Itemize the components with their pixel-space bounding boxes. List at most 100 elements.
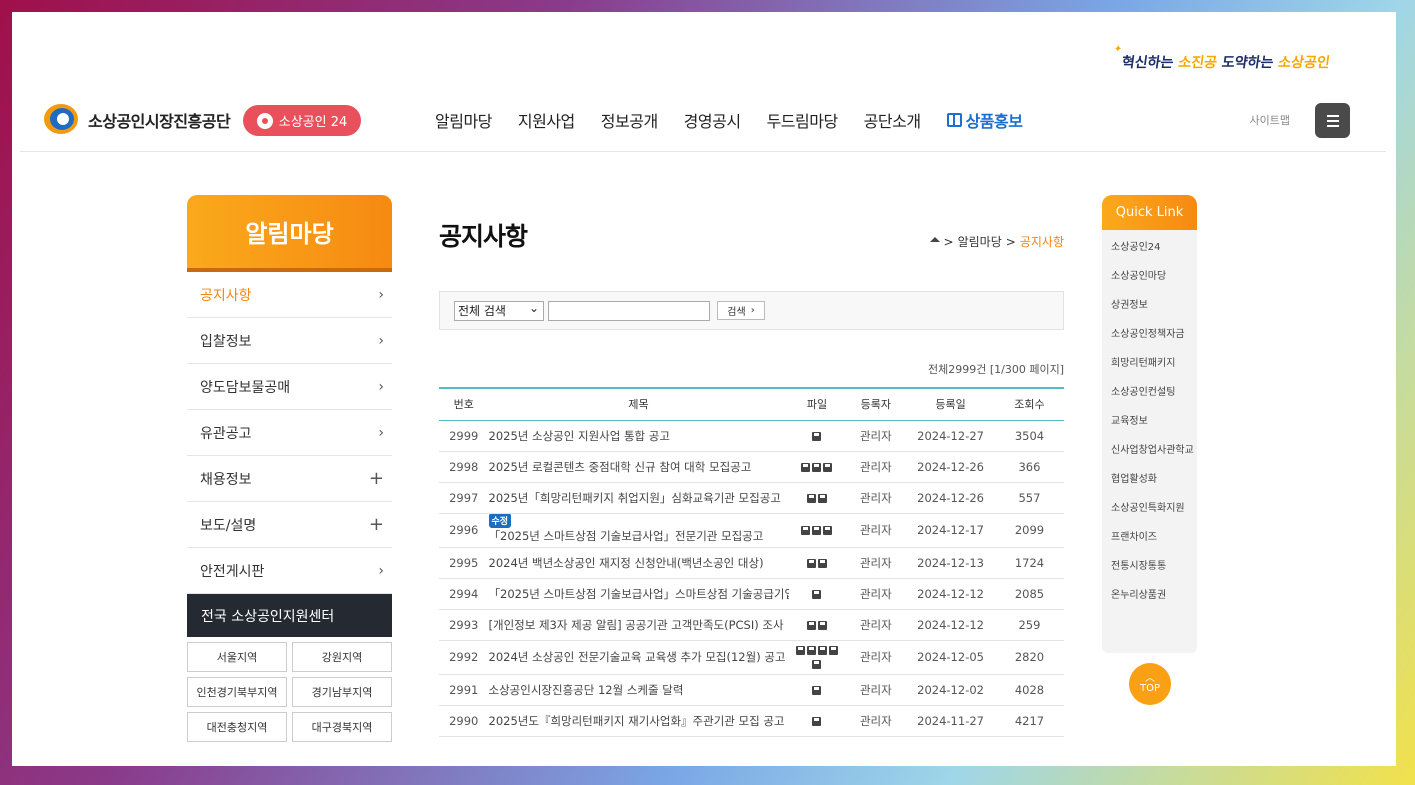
sidebar-item[interactable]: 공지사항 ›: [187, 272, 392, 318]
row-title[interactable]: 수정 「2025년 스마트상점 기술보급사업」전문기관 모집공고: [488, 513, 789, 548]
quick-link-item[interactable]: 소상공인24: [1111, 242, 1197, 271]
sitemap-link[interactable]: 사이트맵: [1250, 112, 1290, 128]
quick-link-item[interactable]: 협업활성화: [1111, 474, 1197, 503]
nav-item[interactable]: 정보공개: [601, 108, 658, 132]
table-row[interactable]: 2990 2025년도『희망리턴패키지 재기사업화』주관기관 모집 공고 관리자 20…: [439, 705, 1064, 737]
table-row[interactable]: 2999 2025년 소상공인 지원사업 통합 공고 관리자 2024-12-27 35…: [439, 420, 1064, 452]
row-title-text[interactable]: 2025년「희망리턴패키지 취업지원」심화교육기관 모집공고: [489, 490, 781, 506]
row-title[interactable]: 2025년 로컬콘텐츠 중점대학 신규 참여 대학 모집공고: [488, 451, 789, 483]
table-row[interactable]: 2996 수정 「2025년 스마트상점 기술보급사업」전문기관 모집공고 관리자 20…: [439, 513, 1064, 548]
region-button[interactable]: 경기남부지역: [292, 677, 392, 707]
file-disk-icon[interactable]: [823, 462, 833, 472]
sidebar-item[interactable]: 입찰정보 ›: [187, 318, 392, 364]
nav-item[interactable]: 알림마당: [435, 108, 492, 132]
quick-link-item[interactable]: 전통시장통통: [1111, 561, 1197, 590]
file-disk-icon[interactable]: [801, 462, 811, 472]
file-disk-icon[interactable]: [823, 526, 833, 535]
file-disk-icon[interactable]: [806, 646, 816, 655]
search-button[interactable]: 검색 ›: [717, 301, 765, 320]
row-title[interactable]: [개인정보 제3자 제공 알림] 공공기관 고객만족도(PCSI) 조사: [488, 609, 789, 641]
header: 소상공인시장진흥공단 소상공인 24 알림마당 지원사업 정보공개 경영공시 두…: [20, 88, 1386, 152]
nav-item-promo[interactable]: 상품홍보: [946, 108, 1023, 132]
row-title-text[interactable]: 소상공인시장진흥공단 12월 스케줄 달력: [489, 682, 684, 698]
row-title-text[interactable]: 2025년도『희망리턴패키지 재기사업화』주관기관 모집 공고: [489, 713, 785, 729]
row-title[interactable]: 2025년「희망리턴패키지 취업지원」심화교육기관 모집공고: [488, 482, 789, 514]
region-button[interactable]: 대구경북지역: [292, 712, 392, 742]
row-title-text[interactable]: 2024년 백년소상공인 재지정 신청안내(백년소공인 대상): [489, 555, 764, 571]
table-row[interactable]: 2994「2025년 스마트상점 기술보급사업」스마트상점 기술공급기업 모집.…: [439, 578, 1064, 610]
table-header: 번호 제목 파일 등록자 등록일 조회수: [439, 387, 1064, 421]
file-disk-icon[interactable]: [801, 526, 811, 535]
row-title-text[interactable]: 「2025년 스마트상점 기술보급사업」스마트상점 기술공급기업 모집...: [489, 586, 789, 602]
top-button[interactable]: ︿ TOP: [1129, 663, 1171, 705]
file-disk-icon[interactable]: [795, 646, 805, 655]
quick-link-item[interactable]: 교육정보: [1111, 416, 1197, 445]
row-views: 2085: [994, 578, 1064, 610]
file-disk-icon[interactable]: [812, 660, 822, 669]
row-title-text[interactable]: [개인정보 제3자 제공 알림] 공공기관 고객만족도(PCSI) 조사: [489, 617, 784, 633]
row-title-text[interactable]: 2025년 로컬콘텐츠 중점대학 신규 참여 대학 모집공고: [489, 459, 752, 475]
quick-link-item[interactable]: 소상공인컨설팅: [1111, 387, 1197, 416]
file-disk-icon[interactable]: [806, 493, 816, 503]
nav-item[interactable]: 경영공시: [684, 108, 741, 132]
file-disk-icon[interactable]: [812, 526, 822, 535]
row-title[interactable]: 2024년 백년소상공인 재지정 신청안내(백년소공인 대상): [488, 547, 789, 579]
sidebar-item[interactable]: 양도담보물공매 ›: [187, 364, 392, 410]
breadcrumb-item[interactable]: 알림마당: [958, 233, 1002, 250]
quick-link-item[interactable]: 프랜차이즈: [1111, 532, 1197, 561]
region-button[interactable]: 인천경기북부지역: [187, 677, 287, 707]
table-row[interactable]: 2991 소상공인시장진흥공단 12월 스케줄 달력 관리자 2024-12-02 40…: [439, 674, 1064, 706]
table-row[interactable]: 2992 2024년 소상공인 전문기술교육 교육생 추가 모집(12월) 공고 관…: [439, 640, 1064, 675]
quick-link-item[interactable]: 희망리턴패키지: [1111, 358, 1197, 387]
row-title-text[interactable]: 2025년 소상공인 지원사업 통합 공고: [489, 428, 670, 444]
nav-item[interactable]: 공단소개: [864, 108, 921, 132]
table-row[interactable]: 2995 2024년 백년소상공인 재지정 신청안내(백년소공인 대상) 관리자 20…: [439, 547, 1064, 579]
file-disk-icon[interactable]: [812, 685, 822, 695]
file-disk-icon[interactable]: [817, 493, 827, 503]
row-title[interactable]: 2025년도『희망리턴패키지 재기사업화』주관기관 모집 공고: [488, 705, 789, 737]
quick-link-item[interactable]: 소상공인특화지원: [1111, 503, 1197, 532]
sosanggongin24-button[interactable]: 소상공인 24: [243, 105, 361, 136]
file-disk-icon[interactable]: [817, 646, 827, 655]
nav-item[interactable]: 지원사업: [518, 108, 575, 132]
row-title-text[interactable]: 2024년 소상공인 전문기술교육 교육생 추가 모집(12월) 공고: [489, 649, 786, 665]
file-disk-icon[interactable]: [812, 589, 822, 599]
file-disk-icon[interactable]: [812, 462, 822, 472]
row-number: 2995: [439, 547, 489, 579]
search-scope-select[interactable]: 전체 검색: [454, 299, 544, 321]
row-files: [788, 513, 846, 548]
logo[interactable]: 소상공인시장진흥공단: [44, 104, 231, 136]
row-title[interactable]: 소상공인시장진흥공단 12월 스케줄 달력: [488, 674, 789, 706]
file-disk-icon[interactable]: [806, 558, 816, 568]
row-title[interactable]: 2024년 소상공인 전문기술교육 교육생 추가 모집(12월) 공고: [488, 640, 789, 675]
quick-link-item[interactable]: 온누리상품권: [1111, 590, 1197, 619]
region-button[interactable]: 서울지역: [187, 642, 287, 672]
file-disk-icon[interactable]: [812, 716, 822, 726]
file-disk-icon[interactable]: [817, 620, 827, 630]
nav-item[interactable]: 두드림마당: [767, 108, 839, 132]
file-disk-icon[interactable]: [812, 431, 822, 441]
table-row[interactable]: 2998 2025년 로컬콘텐츠 중점대학 신규 참여 대학 모집공고 관리자 202…: [439, 451, 1064, 483]
table-row[interactable]: 2993 [개인정보 제3자 제공 알림] 공공기관 고객만족도(PCSI) 조사…: [439, 609, 1064, 641]
sidebar-item[interactable]: 채용정보 +: [187, 456, 392, 502]
quick-link-item[interactable]: 상권정보: [1111, 300, 1197, 329]
quick-link-item[interactable]: 신사업창업사관학교: [1111, 445, 1197, 474]
sidebar-item[interactable]: 안전게시판 ›: [187, 548, 392, 594]
file-disk-icon[interactable]: [806, 620, 816, 630]
file-disk-icon[interactable]: [828, 646, 838, 655]
quick-link-item[interactable]: 소상공인마당: [1111, 271, 1197, 300]
region-button[interactable]: 대전충청지역: [187, 712, 287, 742]
file-disk-icon[interactable]: [817, 558, 827, 568]
home-icon[interactable]: [929, 237, 940, 242]
sidebar-item[interactable]: 유관공고 ›: [187, 410, 392, 456]
region-button[interactable]: 강원지역: [292, 642, 392, 672]
row-title[interactable]: 「2025년 스마트상점 기술보급사업」스마트상점 기술공급기업 모집...: [488, 578, 789, 610]
menu-button[interactable]: [1315, 103, 1350, 138]
row-date: 2024-12-17: [906, 513, 995, 548]
quick-link-item[interactable]: 소상공인정책자금: [1111, 329, 1197, 358]
table-row[interactable]: 2997 2025년「희망리턴패키지 취업지원」심화교육기관 모집공고 관리자 202…: [439, 482, 1064, 514]
sidebar-item[interactable]: 보도/설명 +: [187, 502, 392, 548]
row-title[interactable]: 2025년 소상공인 지원사업 통합 공고: [488, 420, 789, 452]
row-title-text[interactable]: 「2025년 스마트상점 기술보급사업」전문기관 모집공고: [489, 517, 764, 544]
search-input[interactable]: [548, 301, 710, 321]
